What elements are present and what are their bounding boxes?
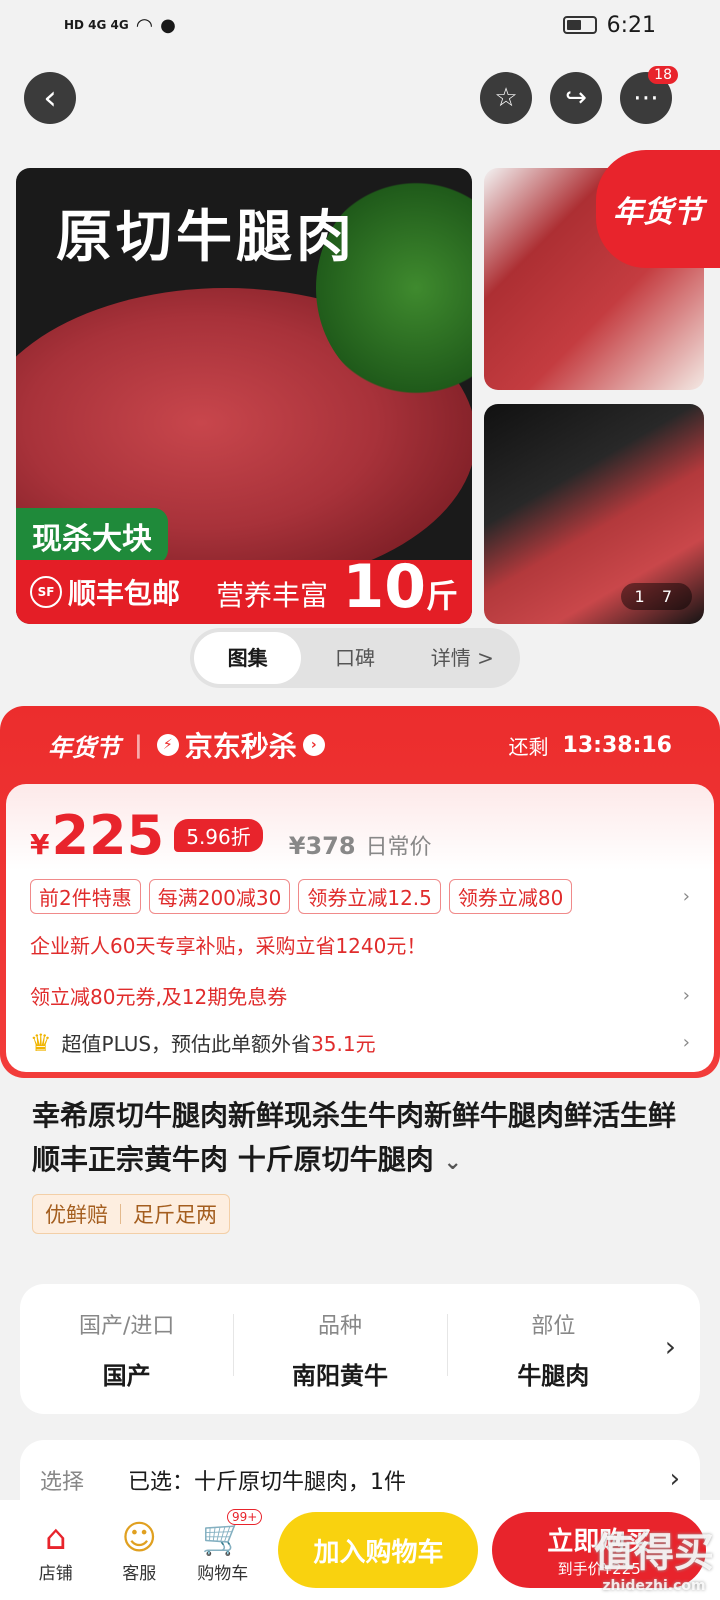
original-price: ¥378 (288, 832, 356, 860)
chevron-down-icon: ⌄ (443, 1150, 462, 1175)
plus-saving-row[interactable]: ♛ 超值PLUS，预估此单额外省 35.1元 › (30, 1028, 690, 1057)
attribute-value: 牛腿肉 (517, 1361, 590, 1390)
enterprise-subsidy[interactable]: 企业新人60天专享补贴，采购立省1240元！ (30, 930, 690, 959)
promo-body: ¥ 225 5.96折 ¥378 日常价 前2件特惠 每满200减30 领券立减… (6, 784, 714, 1072)
store-icon: ⌂ (44, 1517, 67, 1558)
tab-gallery[interactable]: 图集 (194, 632, 302, 684)
thumbnail-2[interactable]: 1 7 (484, 404, 704, 624)
product-title[interactable]: 幸希原切牛腿肉新鲜现杀生牛肉新鲜牛腿肉鲜活生鲜顺丰正宗黄牛肉 十斤原切牛腿肉 ⌄ (32, 1094, 692, 1185)
wechat-icon: ● (160, 14, 176, 36)
back-icon: ‹ (43, 78, 57, 118)
coupon-offer-text: 领立减80元券,及12期免息券 (30, 985, 288, 1009)
clock: 6:21 (606, 12, 656, 38)
remain-label: 还剩 (508, 734, 549, 759)
coupon-row[interactable]: 前2件特惠 每满200减30 领券立减12.5 领券立减80 › (30, 879, 690, 914)
watermark-text: 值得买 (594, 1530, 714, 1576)
tab-details[interactable]: 详情 > (409, 632, 516, 684)
attribute-key: 部位 (531, 1313, 576, 1339)
header-divider: | (134, 731, 143, 759)
message-badge: 18 (648, 66, 678, 84)
sf-shipping-text: 顺丰包邮 (68, 577, 181, 610)
attribute-value: 南阳黄牛 (291, 1361, 388, 1390)
customer-service-icon: ☺ (121, 1517, 157, 1558)
service-tag: 优鲜赔 (45, 1203, 108, 1227)
back-button[interactable]: ‹ (24, 72, 76, 124)
seckill-label: ⚡ 京东秒杀 › (156, 725, 325, 765)
current-price: 225 (51, 804, 165, 867)
coupon-tag: 领券立减80 (448, 879, 573, 914)
weight-value: 10 (342, 552, 426, 622)
product-title-text: 幸希原切牛腿肉新鲜现杀生牛肉新鲜牛腿肉鲜活生鲜顺丰正宗黄牛肉 十斤原切牛腿肉 (32, 1099, 677, 1176)
gallery-pager: 1 7 (620, 583, 692, 610)
status-bar: HD 4G 4G ◠ ● 6:21 (0, 0, 720, 50)
service-tag: 足斤足两 (133, 1203, 217, 1227)
share-button[interactable]: ↪ (550, 72, 602, 124)
weight-label: 10斤 (342, 552, 458, 622)
add-to-cart-button[interactable]: 加入购物车 (278, 1512, 479, 1588)
chevron-right-icon: › (664, 1330, 676, 1363)
festival-tag[interactable]: 年货节 (596, 150, 720, 268)
bottom-action-bar: ⌂ 店铺 ☺ 客服 🛒 99+ 购物车 加入购物车 立即购买 到手价¥225 值… (0, 1500, 720, 1600)
promo-header[interactable]: 年货节 | ⚡ 京东秒杀 › 还剩 13:38:16 (0, 706, 720, 784)
festival-logo: 年货节 (48, 733, 120, 762)
attribute-key: 国产/进口 (78, 1313, 175, 1339)
countdown-timer: 13:38:16 (562, 732, 672, 758)
cart-count-badge: 99+ (226, 1508, 263, 1525)
store-label: 店铺 (38, 1563, 73, 1584)
share-icon: ↪ (565, 83, 587, 113)
cart-button[interactable]: 🛒 99+ 购物车 (181, 1508, 264, 1584)
attribute-origin: 国产/进口 国产 (20, 1308, 233, 1391)
network-indicators: HD 4G 4G ◠ ● (64, 13, 176, 37)
price-row: ¥ 225 5.96折 ¥378 日常价 (30, 804, 690, 867)
main-product-image[interactable]: 原切牛腿肉 现杀大块 SF 顺丰包邮 营养丰富 10斤 (16, 168, 472, 624)
favorite-button[interactable]: ☆ (480, 72, 532, 124)
lightning-icon: ⚡ (156, 734, 179, 756)
seckill-promo-card: 年货节 | ⚡ 京东秒杀 › 还剩 13:38:16 ¥ 225 5.96折 ¥… (0, 706, 720, 1078)
watermark-site: zhidezhi.com (602, 1578, 706, 1594)
discount-badge: 5.96折 (174, 819, 263, 852)
arrow-right-icon: › (302, 734, 325, 756)
shipping-strip: SF 顺丰包邮 营养丰富 10斤 (16, 552, 472, 624)
network-text: HD 4G 4G (64, 18, 129, 32)
sf-shipping: SF 顺丰包邮 (30, 572, 180, 612)
sf-logo-icon: SF (30, 576, 62, 608)
attribute-key: 品种 (317, 1313, 362, 1339)
more-button[interactable]: ⋯ 18 (620, 66, 678, 124)
more-icon: ⋯ (633, 83, 659, 113)
attribute-cut: 部位 牛腿肉 (446, 1308, 660, 1391)
watermark: 值得买 zhidezhi.com (594, 1520, 714, 1594)
nutrition-text: 营养丰富 (216, 579, 329, 612)
chevron-right-icon: › (682, 886, 690, 907)
fresh-cut-label: 现杀大块 (16, 508, 168, 564)
media-tabs: 图集 口碑 详情 > (190, 628, 520, 688)
original-price-label: 日常价 (365, 835, 432, 860)
product-attributes[interactable]: 国产/进口 国产 品种 南阳黄牛 部位 牛腿肉 › (20, 1284, 700, 1414)
coupon-tag: 前2件特惠 (30, 879, 141, 914)
customer-service-label: 客服 (122, 1563, 157, 1584)
top-bar: ‹ ☆ ↪ ⋯ 18 (24, 66, 696, 124)
chevron-right-icon: › (682, 985, 690, 1006)
image-title: 原切牛腿肉 (56, 205, 356, 270)
store-button[interactable]: ⌂ 店铺 (14, 1517, 97, 1584)
wifi-icon: ◠ (136, 13, 153, 37)
star-icon: ☆ (494, 83, 518, 113)
coupon-tag: 每满200减30 (148, 879, 291, 914)
attribute-breed: 品种 南阳黄牛 (233, 1308, 446, 1391)
tag-divider (120, 1204, 121, 1224)
currency-symbol: ¥ (30, 828, 50, 861)
crown-icon: ♛ (30, 1028, 52, 1057)
coupon-tag: 领券立减12.5 (298, 879, 441, 914)
attribute-value: 国产 (102, 1361, 151, 1390)
seckill-text: 京东秒杀 (184, 730, 297, 763)
coupon-offer-row[interactable]: 领立减80元券,及12期免息券 › (30, 981, 690, 1010)
weight-unit: 斤 (425, 577, 458, 615)
tab-reviews[interactable]: 口碑 (301, 632, 408, 684)
customer-service-button[interactable]: ☺ 客服 (97, 1517, 180, 1584)
cart-label: 购物车 (197, 1563, 249, 1584)
plus-saving-amount: 35.1元 (311, 1032, 376, 1056)
service-tags[interactable]: 优鲜赔 足斤足两 (32, 1194, 230, 1234)
chevron-right-icon: › (682, 1032, 690, 1053)
plus-saving-text: 超值PLUS，预估此单额外省 (61, 1032, 312, 1056)
battery-icon (562, 16, 597, 34)
